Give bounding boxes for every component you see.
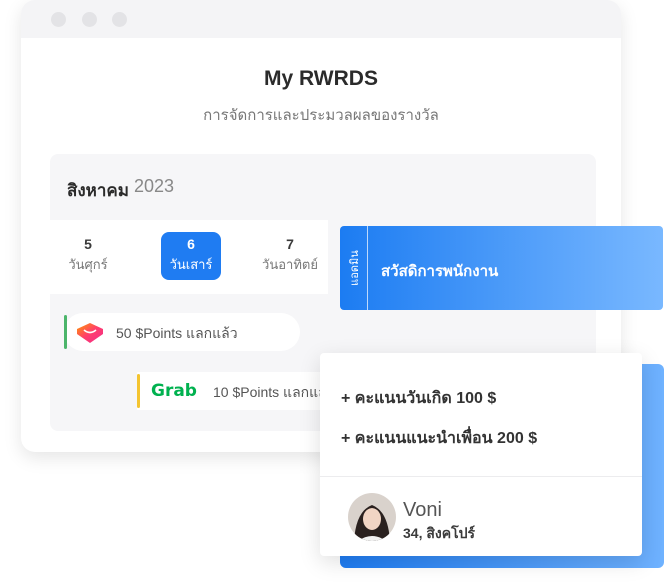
window-titlebar	[21, 0, 621, 38]
card-divider	[320, 476, 642, 477]
avatar[interactable]	[348, 493, 396, 541]
user-location: 34, สิงคโปร์	[403, 525, 476, 541]
user-name: Voni	[403, 499, 442, 521]
calendar-month: สิงหาคม	[67, 181, 130, 200]
welfare-divider	[367, 226, 368, 310]
transaction-grab[interactable]: Grab 10 $Points แลกแล้ว	[137, 372, 347, 410]
transaction-text: 10 $Points แลกแล้ว	[213, 384, 335, 400]
window-dot-1[interactable]	[51, 12, 66, 27]
bonus-card: + คะแนนวันเกิด 100 $ + คะแนนแนะนำเพื่อน …	[320, 353, 642, 556]
welfare-title: สวัสดิการพนักงาน	[381, 263, 499, 280]
transaction-lazada[interactable]: 50 $Points แลกแล้ว	[64, 313, 300, 351]
bonus-birthday: + คะแนนวันเกิด 100 $	[341, 390, 497, 407]
page-subtitle: การจัดการและประมวลผลของรางวัล	[203, 107, 439, 124]
day-item-sun[interactable]: 7 วันอาทิตย์	[260, 232, 320, 280]
window-dot-2[interactable]	[82, 12, 97, 27]
transaction-accent	[64, 315, 67, 349]
lazada-logo-icon	[76, 320, 104, 349]
grab-logo-icon: Grab	[151, 379, 199, 406]
welfare-tag: แอดมิน	[349, 250, 361, 286]
transaction-text: 50 $Points แลกแล้ว	[116, 325, 238, 341]
bonus-referral: + คะแนนแนะนำเพื่อน 200 $	[341, 430, 538, 447]
day-item-fri[interactable]: 5 วันศุกร์	[58, 232, 118, 280]
day-selector: 5 วันศุกร์ 6 วันเสาร์ 7 วันอาทิตย์	[50, 220, 328, 294]
calendar-year: 2023	[134, 176, 175, 196]
page-title: My RWRDS	[264, 67, 378, 90]
svg-text:Grab: Grab	[151, 381, 197, 401]
window-dot-3[interactable]	[112, 12, 127, 27]
welfare-banner[interactable]: แอดมิน สวัสดิการพนักงาน	[340, 226, 663, 310]
day-item-sat[interactable]: 6 วันเสาร์	[161, 232, 221, 280]
transaction-accent	[137, 374, 140, 408]
